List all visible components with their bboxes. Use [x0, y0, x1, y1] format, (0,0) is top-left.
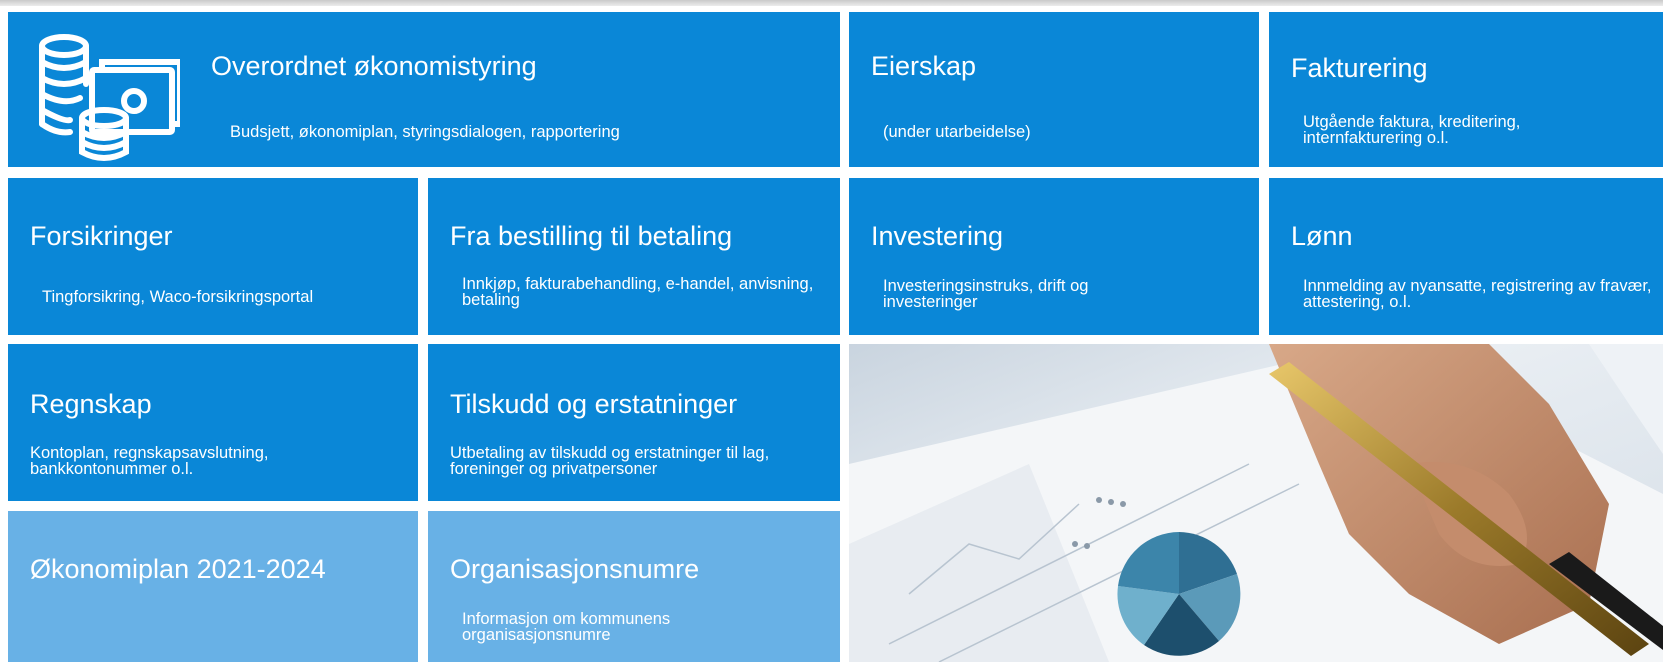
tile-title: Lønn	[1291, 221, 1353, 251]
tile-description: Informasjon om kommunens organisasjonsnu…	[462, 610, 671, 644]
tile-overordnet-okonomistyring[interactable]: Overordnet økonomistyring Budsjett, økon…	[8, 12, 840, 167]
tile-lonn[interactable]: Lønn Innmelding av nyansatte, registreri…	[1269, 178, 1663, 335]
tile-description: Innmelding av nyansatte, registrering av…	[1303, 277, 1652, 311]
tile-regnskap[interactable]: Regnskap Kontoplan, regnskapsavslutning,…	[8, 344, 418, 501]
pen-and-chart-image	[849, 344, 1663, 662]
tile-title: Fra bestilling til betaling	[450, 221, 733, 251]
tile-fakturering[interactable]: Fakturering Utgående faktura, krediterin…	[1269, 12, 1663, 167]
tile-tilskudd-og-erstatninger[interactable]: Tilskudd og erstatninger Utbetaling av t…	[428, 344, 840, 501]
tile-title: Fakturering	[1291, 53, 1428, 83]
tile-description: Innkjøp, fakturabehandling, e-handel, an…	[462, 275, 814, 309]
tile-description: (under utarbeidelse)	[883, 123, 1031, 141]
tile-title: Investering	[871, 221, 1004, 251]
tile-eierskap[interactable]: Eierskap (under utarbeidelse)	[849, 12, 1259, 167]
tile-title: Tilskudd og erstatninger	[450, 389, 738, 419]
top-shadow-bar	[0, 0, 1663, 6]
tile-description: Budsjett, økonomiplan, styringsdialogen,…	[230, 123, 620, 141]
tile-description: Investeringsinstruks, drift og investeri…	[883, 277, 1089, 311]
tile-description: Kontoplan, regnskapsavslutning, bankkont…	[30, 444, 269, 478]
coins-money-icon	[39, 34, 180, 161]
tile-title: Overordnet økonomistyring	[211, 51, 537, 81]
tile-description: Utgående faktura, kreditering, internfak…	[1303, 113, 1521, 147]
finance-photo	[849, 344, 1663, 662]
tile-title: Organisasjonsnumre	[450, 554, 700, 584]
tile-fra-bestilling-til-betaling[interactable]: Fra bestilling til betaling Innkjøp, fak…	[428, 178, 840, 335]
tile-title: Eierskap	[871, 51, 977, 81]
tile-title: Økonomiplan 2021-2024	[30, 554, 326, 584]
tile-title: Regnskap	[30, 389, 152, 419]
tile-okonomiplan-2021-2024[interactable]: Økonomiplan 2021-2024	[8, 511, 418, 662]
tile-forsikringer[interactable]: Forsikringer Tingforsikring, Waco-forsik…	[8, 178, 418, 335]
tile-description: Utbetaling av tilskudd og erstatninger t…	[450, 444, 770, 478]
tile-organisasjonsnumre[interactable]: Organisasjonsnumre Informasjon om kommun…	[428, 511, 840, 662]
tile-description: Tingforsikring, Waco-forsikringsportal	[42, 288, 314, 306]
tile-investering[interactable]: Investering Investeringsinstruks, drift …	[849, 178, 1259, 335]
tile-title: Forsikringer	[30, 221, 173, 251]
